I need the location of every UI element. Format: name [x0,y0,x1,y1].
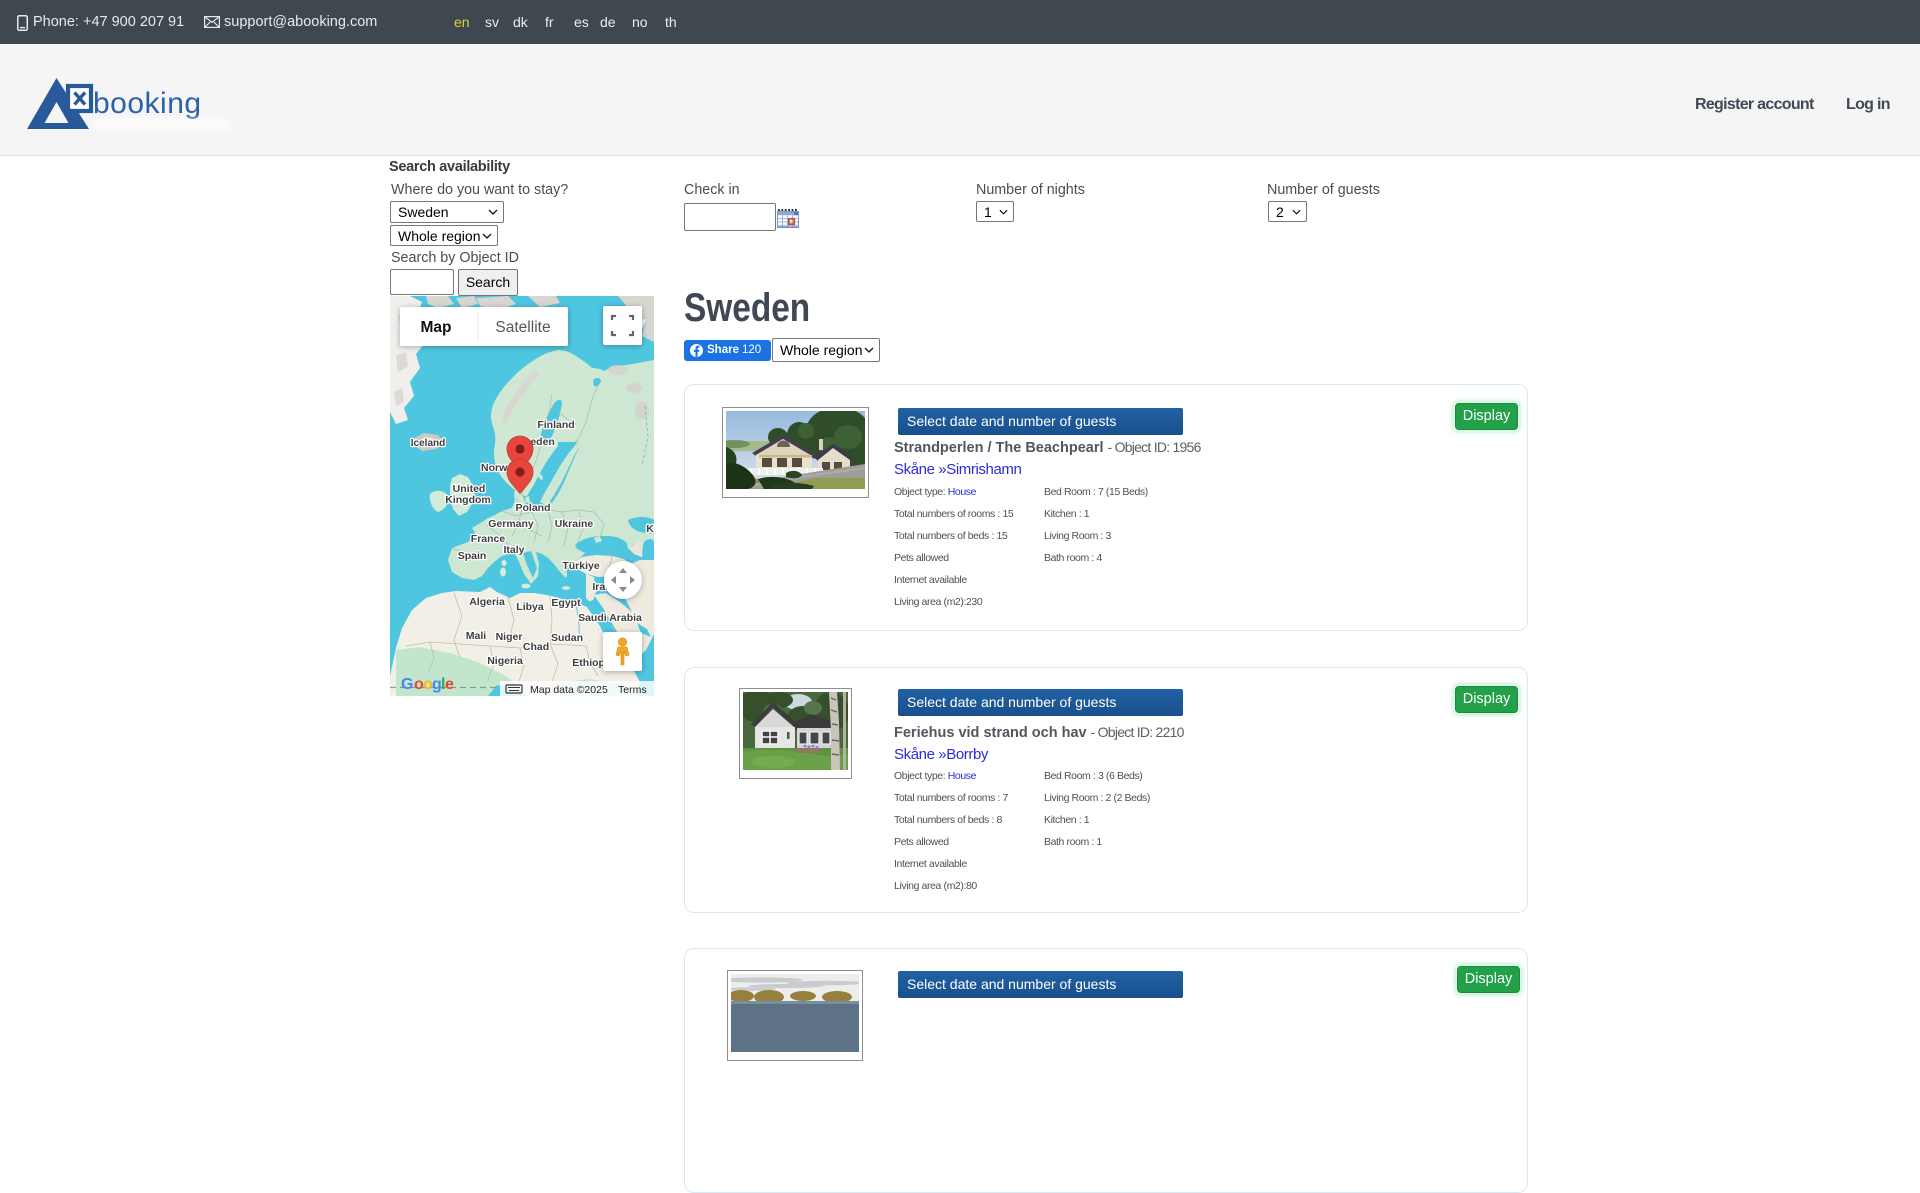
svg-text:Türkiye: Türkiye [562,560,600,572]
svg-text:G: G [401,676,413,693]
svg-text:Germany: Germany [488,518,534,530]
svg-text:Niger: Niger [496,631,523,643]
svg-text:France: France [471,533,506,545]
svg-text:Italy: Italy [503,544,524,556]
svg-text:Kingdom: Kingdom [445,494,491,506]
svg-text:Ukraine: Ukraine [555,518,594,530]
svg-text:Saudi Arabia: Saudi Arabia [578,612,642,624]
svg-text:Satellite: Satellite [495,319,550,336]
svg-text:Iceland: Iceland [411,438,445,449]
svg-text:g: g [432,676,441,693]
svg-text:Sudan: Sudan [551,632,583,644]
svg-text:Ka: Ka [646,523,654,535]
svg-text:Spain: Spain [458,550,487,562]
svg-text:Poland: Poland [515,502,550,514]
svg-text:Map data ©2025: Map data ©2025 [530,684,608,696]
svg-text:Algeria: Algeria [469,596,505,608]
svg-text:Map: Map [421,319,452,336]
svg-text:Libya: Libya [516,601,544,613]
svg-text:Terms: Terms [618,684,647,696]
svg-text:e: e [445,676,454,693]
svg-text:Egypt: Egypt [551,597,581,609]
svg-text:Nigeria: Nigeria [487,655,523,667]
svg-text:Finland: Finland [537,419,574,431]
svg-text:Mali: Mali [466,630,487,642]
svg-text:Chad: Chad [523,641,549,653]
svg-text:booking: booking [93,87,202,120]
